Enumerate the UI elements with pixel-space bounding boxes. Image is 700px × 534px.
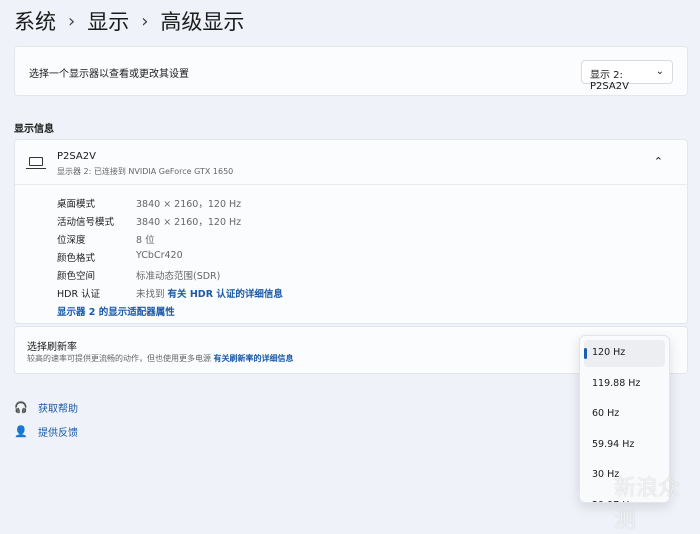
- selector-label: 选择一个显示器以查看或更改其设置: [29, 69, 189, 80]
- feedback-link[interactable]: 👤 提供反馈: [14, 424, 78, 439]
- info-row: 桌面模式 3840 × 2160，120 Hz: [57, 196, 241, 210]
- chevron-right-icon: ›: [68, 10, 76, 32]
- info-row: 位深度 8 位: [57, 232, 155, 246]
- chevron-down-icon: ⌄: [655, 66, 664, 77]
- adapter-properties-link[interactable]: 显示器 2 的显示适配器属性: [57, 304, 175, 318]
- refresh-option[interactable]: 119.88 Hz: [584, 371, 665, 398]
- info-key: 颜色格式: [57, 253, 96, 264]
- info-value: 3840 × 2160，120 Hz: [136, 199, 242, 210]
- refresh-option[interactable]: 59.94 Hz: [584, 432, 665, 459]
- get-help-link[interactable]: 🎧 获取帮助: [14, 400, 78, 415]
- chevron-up-icon[interactable]: ⌃: [654, 155, 663, 168]
- info-value: 未找到: [136, 289, 165, 300]
- feedback-label: 提供反馈: [38, 428, 78, 439]
- display-info-card: P2SA2V 显示器 2: 已连接到 NVIDIA GeForce GTX 16…: [14, 139, 688, 324]
- refresh-option[interactable]: 60 Hz: [584, 401, 665, 428]
- chevron-right-icon: ›: [141, 10, 149, 32]
- help-icon: 🎧: [14, 401, 28, 414]
- section-title: 显示信息: [14, 124, 54, 135]
- display-select[interactable]: 显示 2: P2SA2V ⌄: [581, 60, 673, 92]
- page-title: 高级显示: [160, 10, 245, 34]
- info-key: 活动信号模式: [57, 217, 115, 228]
- display-subtitle: 显示器 2: 已连接到 NVIDIA GeForce GTX 1650: [57, 167, 234, 176]
- info-key: 位深度: [57, 235, 86, 246]
- refresh-title: 选择刷新率: [27, 342, 77, 353]
- info-key: HDR 认证: [57, 289, 101, 300]
- info-row: 颜色空间 标准动态范围(SDR): [57, 268, 220, 282]
- display-select-value: 显示 2: P2SA2V: [590, 70, 629, 92]
- feedback-icon: 👤: [14, 425, 28, 438]
- info-value: YCbCr420: [136, 250, 183, 261]
- info-key: 颜色空间: [57, 271, 96, 282]
- get-help-label: 获取帮助: [38, 404, 78, 415]
- display-info-header[interactable]: P2SA2V 显示器 2: 已连接到 NVIDIA GeForce GTX 16…: [15, 140, 687, 185]
- info-value: 标准动态范围(SDR): [136, 271, 221, 282]
- info-key: 桌面模式: [57, 199, 96, 210]
- refresh-desc-text: 较高的速率可提供更流畅的动作，但也使用更多电源: [27, 354, 211, 363]
- refresh-info-link[interactable]: 有关刷新率的详细信息: [214, 354, 294, 363]
- hdr-info-link[interactable]: 有关 HDR 认证的详细信息: [168, 286, 283, 300]
- info-value: 3840 × 2160，120 Hz: [136, 217, 242, 228]
- display-name: P2SA2V: [57, 151, 96, 162]
- refresh-desc: 较高的速率可提供更流畅的动作，但也使用更多电源 有关刷新率的详细信息: [27, 353, 294, 364]
- info-value: 8 位: [136, 235, 155, 246]
- display-selector-card: 选择一个显示器以查看或更改其设置 显示 2: P2SA2V ⌄: [14, 46, 688, 96]
- breadcrumb-display[interactable]: 显示: [87, 6, 129, 36]
- watermark: 新浪众测: [614, 476, 681, 533]
- info-row: 活动信号模式 3840 × 2160，120 Hz: [57, 214, 241, 228]
- monitor-icon: [26, 157, 46, 169]
- breadcrumb: 系统 › 显示 › 高级显示: [14, 6, 244, 36]
- refresh-option[interactable]: 120 Hz: [584, 340, 665, 367]
- info-row: 颜色格式 YCbCr420: [57, 250, 183, 264]
- breadcrumb-system[interactable]: 系统: [14, 6, 56, 36]
- info-row: HDR 认证 未找到 有关 HDR 认证的详细信息: [57, 286, 283, 300]
